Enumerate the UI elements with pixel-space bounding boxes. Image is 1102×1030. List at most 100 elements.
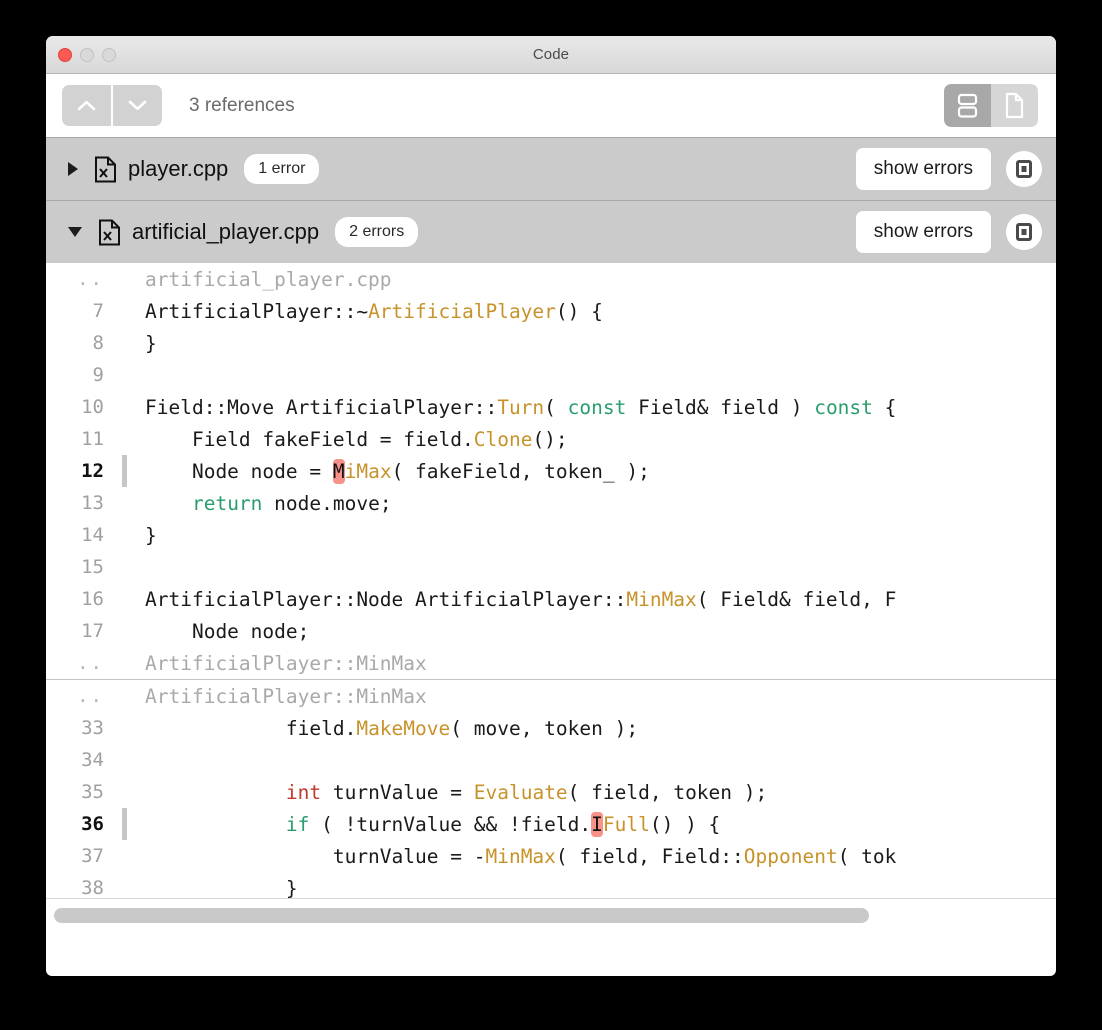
code-text: ArtificialPlayer::MinMax <box>145 685 427 708</box>
reference-count-label: 3 references <box>189 94 295 116</box>
keyword-token: return <box>191 491 263 515</box>
change-indicator-bar <box>122 487 127 519</box>
code-token: ArtificialPlayer::~ <box>145 299 369 323</box>
disclosure-triangle-open-icon[interactable] <box>68 227 82 237</box>
code-line: 37 turnValue = -MinMax( field, Field::Op… <box>46 840 1056 872</box>
horizontal-scrollbar[interactable] <box>46 898 1056 931</box>
file-row-artificial-player-cpp[interactable]: artificial_player.cpp 2 errors show erro… <box>46 200 1056 263</box>
code-token: ( Field& field, F <box>696 587 897 611</box>
code-token: } <box>145 523 157 547</box>
code-line: 13 return node.move; <box>46 487 1056 519</box>
view-mode-button-group <box>944 84 1038 127</box>
keyword-token: const <box>567 395 627 419</box>
change-indicator-bar <box>122 615 127 647</box>
code-line: 12 Node node = MiMax( fakeField, token_ … <box>46 455 1056 487</box>
code-token: } <box>145 876 298 900</box>
error-count-badge: 1 error <box>244 154 320 184</box>
change-indicator-bar <box>122 263 127 295</box>
code-line: 17 Node node; <box>46 615 1056 647</box>
open-in-window-button[interactable] <box>1006 151 1042 187</box>
code-token: ( !turnValue && !field. <box>309 812 592 836</box>
code-text: } <box>145 524 157 547</box>
type-token: int <box>285 780 322 804</box>
line-number: 34 <box>81 749 104 771</box>
code-text: ArtificialPlayer::~ArtificialPlayer() { <box>145 300 603 323</box>
previous-reference-button[interactable] <box>62 85 111 126</box>
show-errors-button[interactable]: show errors <box>854 210 992 254</box>
open-in-window-icon <box>1016 160 1032 178</box>
change-indicator-bar <box>122 359 127 391</box>
open-in-window-button[interactable] <box>1006 214 1042 250</box>
next-reference-button[interactable] <box>111 85 162 126</box>
function-token: Turn <box>497 395 545 419</box>
file-row-player-cpp[interactable]: player.cpp 1 error show errors <box>46 137 1056 200</box>
code-token: Field& field ) <box>626 395 815 419</box>
open-in-window-icon <box>1016 223 1032 241</box>
line-number: 12 <box>81 460 104 482</box>
code-token: () ) { <box>649 812 721 836</box>
code-token: () { <box>555 299 603 323</box>
line-number: 15 <box>81 556 104 578</box>
code-text: field.MakeMove( move, token ); <box>145 717 638 740</box>
code-context-line: .. ArtificialPlayer::MinMax <box>46 647 1056 679</box>
change-indicator-bar <box>122 647 127 679</box>
traffic-light-group <box>58 47 116 62</box>
change-indicator-bar <box>122 840 127 872</box>
change-indicator-bar <box>122 712 127 744</box>
code-token: ( move, token ); <box>450 716 639 740</box>
line-number: 36 <box>81 813 104 835</box>
code-token: Node node = <box>145 459 333 483</box>
code-text: artificial_player.cpp <box>145 268 392 291</box>
function-token: ArtificialPlayer <box>368 299 556 323</box>
code-token: ( <box>544 395 568 419</box>
code-line: 7 ArtificialPlayer::~ArtificialPlayer() { <box>46 295 1056 327</box>
show-errors-button[interactable]: show errors <box>854 147 992 191</box>
code-token: ArtificialPlayer::MinMax <box>145 684 427 708</box>
line-number: .. <box>77 685 104 707</box>
single-document-view-button[interactable] <box>991 84 1038 127</box>
line-number: 11 <box>81 428 104 450</box>
code-text: Field::Move ArtificialPlayer::Turn( cons… <box>145 396 896 419</box>
change-indicator-bar <box>122 423 127 455</box>
code-line: 15 <box>46 551 1056 583</box>
change-indicator-bar <box>122 455 127 487</box>
code-preview-area[interactable]: .. artificial_player.cpp 7 ArtificialPlayer… <box>46 263 1056 931</box>
line-number: 38 <box>81 877 104 899</box>
function-token: Clone <box>473 427 533 451</box>
line-number: 7 <box>92 300 104 322</box>
function-token: MinMax <box>626 587 697 611</box>
code-token: Field::Move ArtificialPlayer:: <box>145 395 498 419</box>
code-token: { <box>872 395 897 419</box>
code-token: turnValue = - <box>145 844 486 868</box>
line-number: .. <box>77 652 104 674</box>
code-text: ArtificialPlayer::Node ArtificialPlayer:… <box>145 588 896 611</box>
function-token: MakeMove <box>356 716 451 740</box>
function-token: iMax <box>344 459 392 483</box>
line-number: 9 <box>92 364 104 386</box>
code-token: Field fakeField = field. <box>145 427 474 451</box>
maximize-button[interactable] <box>102 47 116 62</box>
split-view-button[interactable] <box>944 84 991 127</box>
code-line: 33 field.MakeMove( move, token ); <box>46 712 1056 744</box>
screen: Code 3 references player.cpp 1 error sho… <box>0 0 1102 1030</box>
change-indicator-bar <box>122 583 127 615</box>
code-line: 11 Field fakeField = field.Clone(); <box>46 423 1056 455</box>
window-titlebar[interactable]: Code <box>46 36 1056 74</box>
keyword-token: const <box>814 395 873 419</box>
code-token: ( field, Field:: <box>555 844 744 868</box>
chevron-up-icon <box>77 100 96 111</box>
line-number: 17 <box>81 620 104 642</box>
line-number: 16 <box>81 588 104 610</box>
cpp-file-icon <box>99 219 120 245</box>
code-line: 36 if ( !turnValue && !field.IFull() ) { <box>46 808 1056 840</box>
scrollbar-thumb[interactable] <box>54 907 870 923</box>
disclosure-triangle-closed-icon[interactable] <box>68 162 78 176</box>
line-number: 14 <box>81 524 104 546</box>
minimize-button[interactable] <box>80 47 94 62</box>
code-context-line: .. artificial_player.cpp <box>46 263 1056 295</box>
code-text: } <box>145 877 298 900</box>
code-text: ArtificialPlayer::MinMax <box>145 652 427 675</box>
close-button[interactable] <box>58 47 72 62</box>
file-name-label: artificial_player.cpp <box>132 219 320 244</box>
